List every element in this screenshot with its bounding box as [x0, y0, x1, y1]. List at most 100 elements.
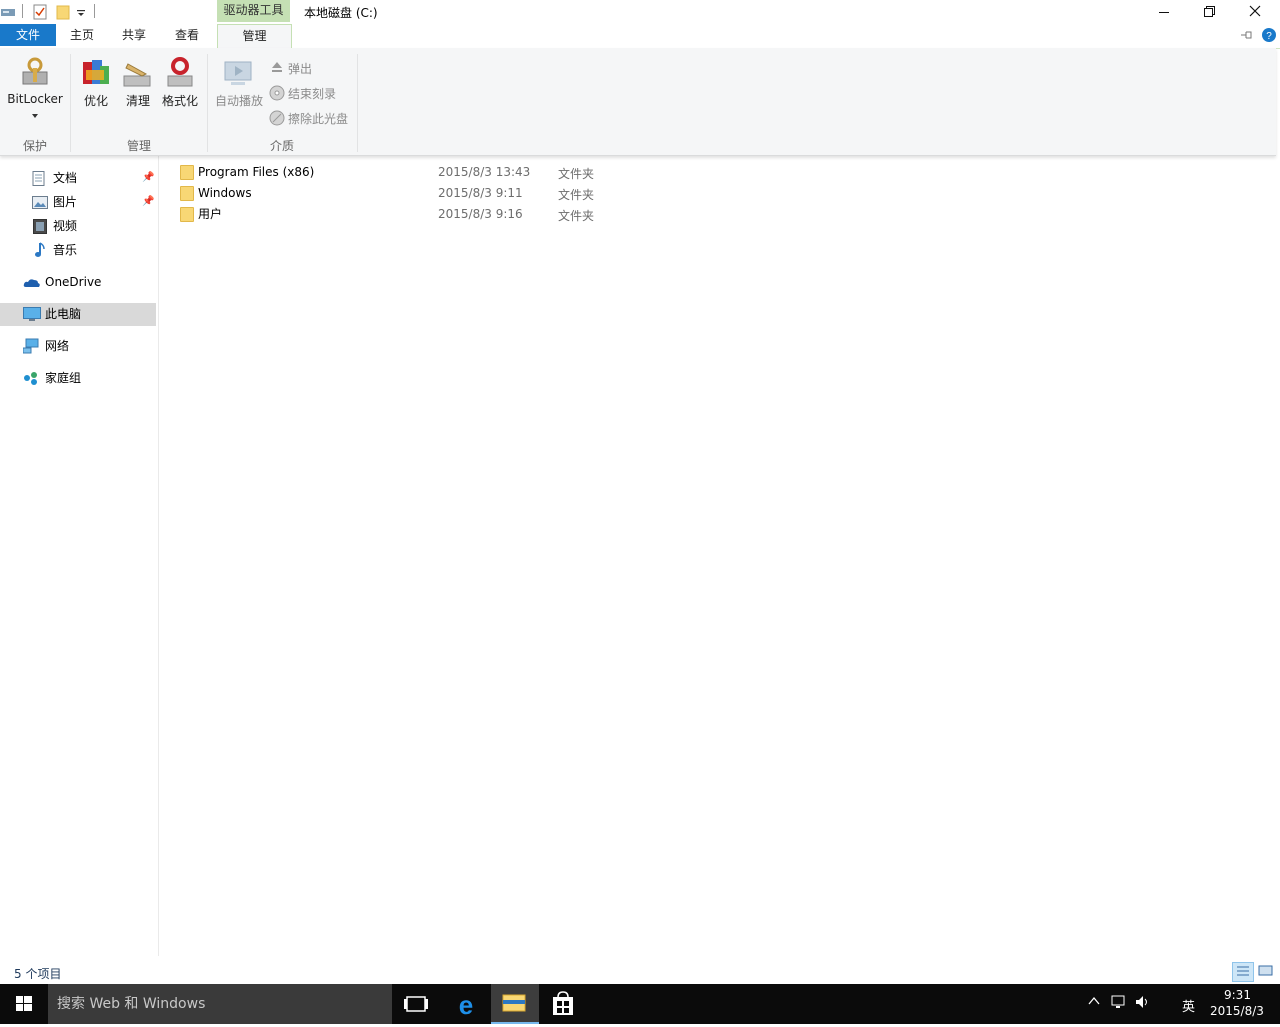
- file-type: 文件夹: [558, 188, 595, 202]
- svg-text:e: e: [459, 990, 473, 1020]
- optimize-button[interactable]: 优化: [76, 54, 116, 116]
- file-date: 2015/8/3 9:16: [438, 207, 523, 221]
- start-button[interactable]: [0, 984, 48, 1024]
- pin-icon[interactable]: 📌: [142, 172, 154, 183]
- eject-icon: [272, 62, 282, 72]
- restore-button[interactable]: [1186, 0, 1232, 24]
- file-date: 2015/8/3 13:43: [438, 165, 531, 179]
- file-name: Program Files (x86): [198, 165, 315, 179]
- finish-burning-button[interactable]: 结束刻录: [269, 84, 349, 102]
- show-hidden-icons-button[interactable]: [1088, 996, 1100, 1006]
- network-icon: [23, 338, 39, 354]
- large-icons-view-button[interactable]: [1256, 962, 1278, 982]
- onedrive-icon: [23, 279, 40, 287]
- ribbon-separator: [357, 54, 358, 152]
- nav-label: 家庭组: [45, 371, 82, 385]
- close-button[interactable]: [1232, 0, 1278, 24]
- chevron-down-icon: [32, 114, 38, 118]
- tab-view[interactable]: 查看: [161, 24, 213, 46]
- pictures-icon: [32, 196, 48, 209]
- nav-item-homegroup[interactable]: 家庭组: [23, 367, 154, 389]
- customize-qat-icon[interactable]: [76, 8, 86, 18]
- details-view-icon: [1237, 966, 1249, 976]
- optimize-icon: [83, 60, 109, 84]
- file-type: 文件夹: [558, 167, 595, 181]
- new-folder-icon[interactable]: [56, 4, 70, 20]
- nav-item-onedrive[interactable]: OneDrive: [23, 271, 154, 293]
- finish-burning-label: 结束刻录: [288, 87, 337, 101]
- file-date: 2015/8/3 9:11: [438, 186, 523, 200]
- network-tray-icon[interactable]: [1110, 994, 1128, 1010]
- this-pc-icon: [23, 307, 41, 321]
- bitlocker-button[interactable]: BitLocker: [3, 54, 67, 124]
- group-label-media: 介质: [269, 139, 294, 153]
- clock-time[interactable]: 9:31: [1224, 988, 1251, 1002]
- nav-label: 音乐: [53, 243, 78, 257]
- file-name: 用户: [198, 207, 223, 221]
- nav-item-videos[interactable]: 视频: [32, 215, 154, 237]
- help-icon[interactable]: ?: [1262, 28, 1276, 42]
- drive-icon[interactable]: [0, 5, 16, 19]
- windows-logo-icon: [16, 996, 32, 1011]
- file-row[interactable]: Program Files (x86): [178, 162, 608, 182]
- nav-item-network[interactable]: 网络: [23, 335, 154, 357]
- cleanup-icon: [123, 63, 151, 87]
- volume-icon[interactable]: [1134, 994, 1152, 1010]
- task-view-button[interactable]: [392, 984, 440, 1024]
- task-view-icon: [404, 996, 428, 1012]
- pin-icon[interactable]: 📌: [142, 196, 154, 207]
- nav-item-documents[interactable]: 文档: [32, 167, 154, 189]
- properties-icon[interactable]: [33, 4, 47, 20]
- nav-label: 网络: [45, 339, 70, 353]
- nav-item-pictures[interactable]: 图片: [32, 191, 154, 213]
- optimize-label: 优化: [83, 94, 108, 108]
- format-icon: [167, 57, 193, 87]
- eject-button[interactable]: 弹出: [269, 59, 349, 77]
- erase-disc-button[interactable]: 擦除此光盘: [269, 109, 355, 127]
- file-explorer-button[interactable]: [491, 984, 539, 1024]
- store-button[interactable]: [539, 984, 587, 1024]
- nav-item-music[interactable]: 音乐: [32, 239, 154, 261]
- erase-disc-label: 擦除此光盘: [288, 112, 349, 126]
- item-count: 5 个项目: [14, 967, 62, 981]
- file-row[interactable]: 用户: [178, 204, 608, 224]
- format-button[interactable]: 格式化: [158, 54, 202, 116]
- ime-indicator[interactable]: 英: [1182, 996, 1195, 1015]
- file-type: 文件夹: [558, 209, 595, 223]
- nav-label: OneDrive: [45, 275, 102, 289]
- bitlocker-label: BitLocker: [7, 92, 63, 106]
- ribbon-separator: [207, 54, 208, 152]
- clock-date[interactable]: 2015/8/3: [1210, 1004, 1264, 1018]
- autoplay-button[interactable]: 自动播放: [212, 54, 266, 116]
- folder-icon: [180, 186, 194, 201]
- group-label-manage: 管理: [126, 139, 151, 153]
- tab-manage[interactable]: 管理: [217, 24, 292, 48]
- svg-text:?: ?: [1266, 31, 1272, 42]
- tab-file[interactable]: 文件: [0, 24, 56, 46]
- close-icon: [1249, 5, 1261, 17]
- edge-icon: e: [459, 990, 473, 1020]
- nav-label: 此电脑: [45, 307, 82, 321]
- window-title: 本地磁盘 (C:): [304, 6, 378, 20]
- folder-icon: [180, 165, 194, 180]
- music-icon: [35, 242, 45, 257]
- documents-icon: [32, 171, 45, 186]
- details-view-button[interactable]: [1232, 962, 1254, 982]
- group-label-protect: 保护: [22, 139, 47, 153]
- taskbar-search-box[interactable]: 搜索 Web 和 Windows: [48, 984, 392, 1024]
- ribbon-separator: [70, 54, 71, 152]
- cleanup-button[interactable]: 清理: [118, 54, 158, 116]
- nav-item-this-pc[interactable]: 此电脑: [23, 303, 154, 325]
- edge-button[interactable]: e: [442, 984, 490, 1024]
- tab-share[interactable]: 共享: [108, 24, 160, 46]
- large-icons-view-icon: [1258, 965, 1273, 976]
- restore-icon: [1203, 6, 1215, 17]
- minimize-button[interactable]: [1141, 0, 1187, 24]
- tab-home[interactable]: 主页: [56, 24, 108, 46]
- file-row[interactable]: Windows: [178, 183, 608, 203]
- homegroup-icon: [24, 372, 37, 385]
- autoplay-icon: [224, 61, 252, 85]
- bitlocker-icon: [22, 57, 48, 85]
- nav-label: 图片: [53, 195, 78, 209]
- pin-ribbon-icon[interactable]: [1240, 29, 1254, 41]
